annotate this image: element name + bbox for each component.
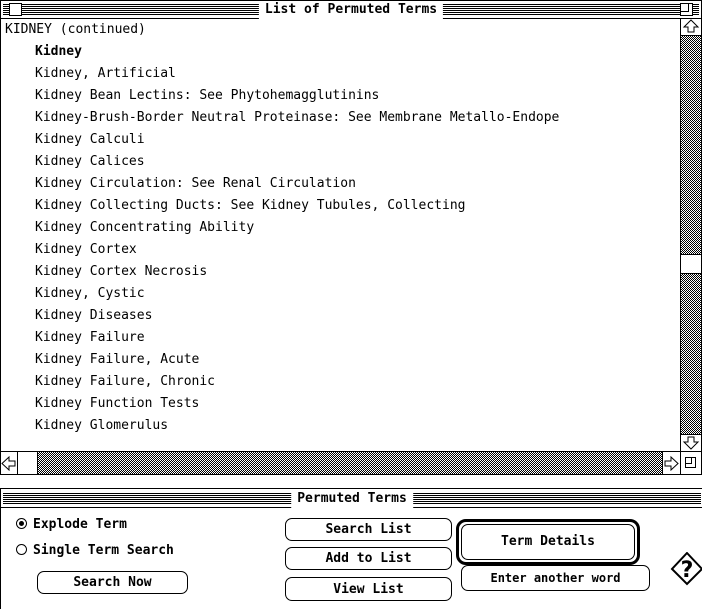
- term-list-item[interactable]: Kidney Cortex: [35, 239, 559, 261]
- term-list-item[interactable]: Kidney: [35, 41, 559, 63]
- explode-term-label: Explode Term: [33, 517, 127, 532]
- horizontal-scroll-track[interactable]: [17, 452, 663, 474]
- add-to-list-button[interactable]: Add to List: [285, 547, 452, 570]
- term-list-item[interactable]: Kidney Failure: [35, 327, 559, 349]
- search-window-titlebar[interactable]: Permuted Terms: [1, 489, 702, 508]
- term-list-item[interactable]: Kidney Bean Lectins: See Phytohemaggluti…: [35, 85, 559, 107]
- radio-unselected-icon[interactable]: [16, 544, 27, 555]
- down-arrow-icon[interactable]: [682, 435, 700, 450]
- left-arrow-icon[interactable]: [1, 455, 17, 472]
- radio-selected-icon[interactable]: [16, 518, 27, 529]
- vertical-scroll-track[interactable]: [681, 35, 701, 435]
- explode-term-option[interactable]: Explode Term: [16, 516, 127, 534]
- help-diamond-icon[interactable]: ?: [670, 551, 702, 586]
- term-details-button[interactable]: Term Details: [461, 524, 635, 560]
- single-term-search-label: Single Term Search: [33, 543, 174, 558]
- vertical-scrollbar[interactable]: [680, 19, 701, 451]
- term-list-item[interactable]: Kidney Failure, Chronic: [35, 371, 559, 393]
- term-list-area: KIDNEY (continued) Kidney Kidney, Artific…: [1, 19, 680, 451]
- svg-text:?: ?: [681, 558, 694, 583]
- term-list-item[interactable]: Kidney Concentrating Ability: [35, 217, 559, 239]
- horizontal-scrollbar[interactable]: [1, 451, 680, 474]
- term-list-item[interactable]: Kidney Collecting Ducts: See Kidney Tubu…: [35, 195, 559, 217]
- vertical-scroll-thumb[interactable]: [681, 254, 701, 274]
- term-list-item[interactable]: Kidney Circulation: See Renal Circulatio…: [35, 173, 559, 195]
- search-now-button[interactable]: Search Now: [37, 571, 188, 594]
- horizontal-scroll-thumb[interactable]: [18, 452, 38, 474]
- search-window-title: Permuted Terms: [291, 489, 413, 508]
- term-list-item[interactable]: Kidney Calices: [35, 151, 559, 173]
- list-window-title: List of Permuted Terms: [258, 1, 444, 19]
- permuted-terms-list-window: List of Permuted Terms KIDNEY (continued…: [0, 0, 702, 475]
- view-list-button[interactable]: View List: [285, 577, 452, 601]
- zoom-box-icon[interactable]: [680, 3, 693, 16]
- term-list-item[interactable]: Kidney Failure, Acute: [35, 349, 559, 371]
- term-list-item[interactable]: Kidney Glomerulus: [35, 415, 559, 437]
- term-list: Kidney Kidney, Artificial Kidney Bean Lect…: [35, 41, 559, 437]
- size-box-icon[interactable]: [680, 451, 701, 474]
- search-list-button[interactable]: Search List: [285, 518, 452, 541]
- term-list-item[interactable]: Kidney Diseases: [35, 305, 559, 327]
- enter-another-word-button[interactable]: Enter another word: [461, 565, 650, 591]
- term-list-item[interactable]: Kidney, Artificial: [35, 63, 559, 85]
- right-arrow-icon[interactable]: [663, 455, 679, 472]
- section-header: KIDNEY (continued): [5, 22, 146, 37]
- term-list-item[interactable]: Kidney Calculi: [35, 129, 559, 151]
- single-term-search-option[interactable]: Single Term Search: [16, 542, 174, 560]
- list-window-titlebar[interactable]: List of Permuted Terms: [1, 1, 701, 19]
- term-list-item[interactable]: Kidney Cortex Necrosis: [35, 261, 559, 283]
- term-list-item[interactable]: Kidney-Brush-Border Neutral Proteinase: …: [35, 107, 559, 129]
- term-list-item[interactable]: Kidney Function Tests: [35, 393, 559, 415]
- term-list-item[interactable]: Kidney, Cystic: [35, 283, 559, 305]
- up-arrow-icon[interactable]: [682, 19, 700, 34]
- close-box-icon[interactable]: [9, 3, 22, 16]
